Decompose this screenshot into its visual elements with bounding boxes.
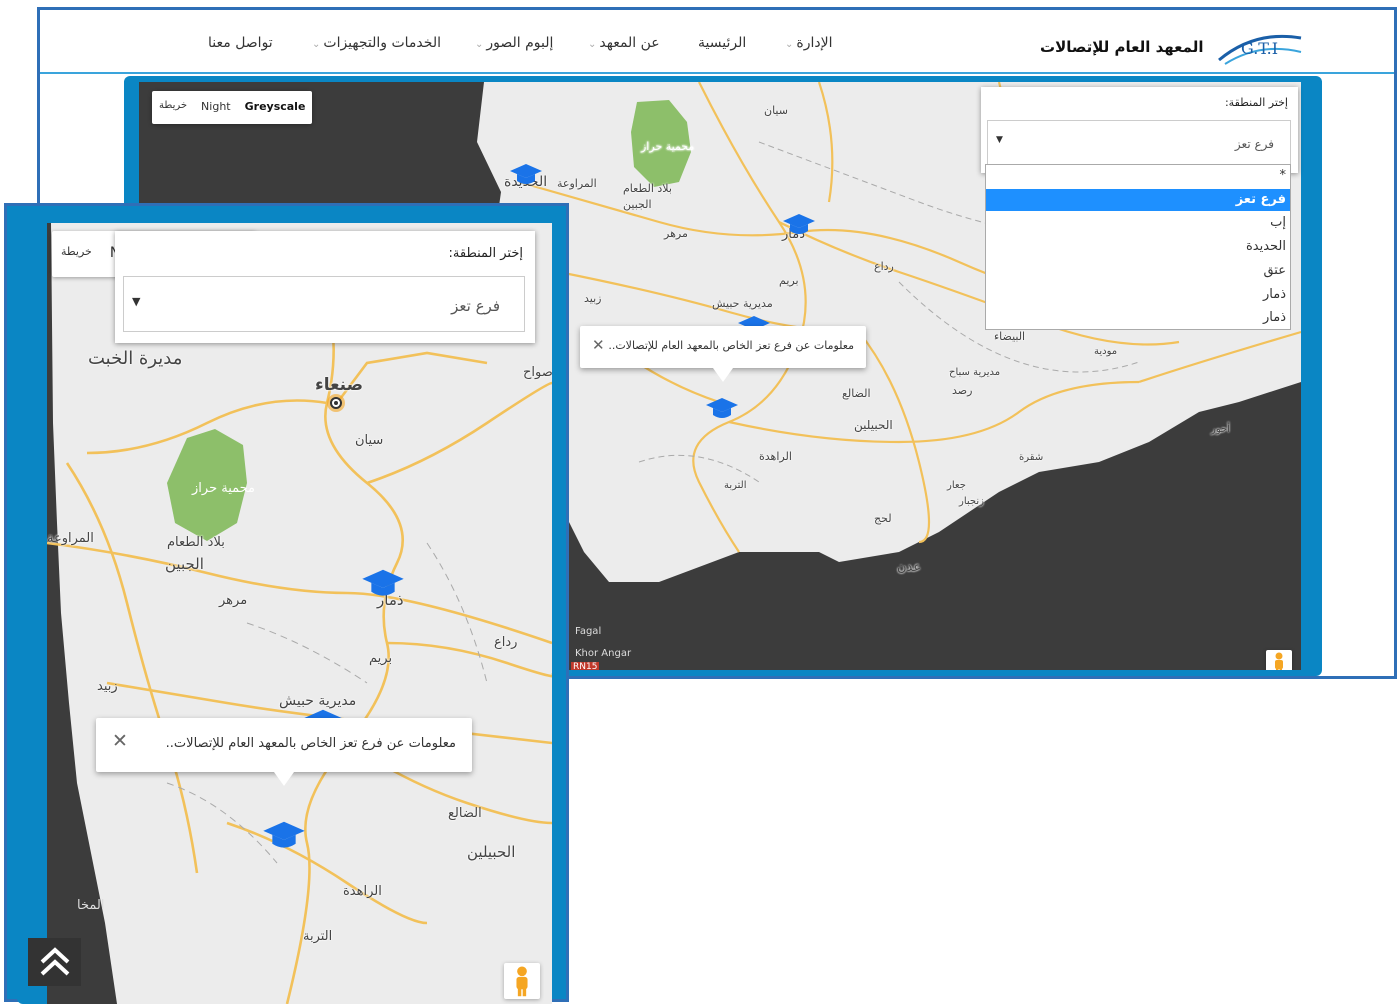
pegman-icon[interactable] bbox=[504, 963, 540, 999]
scroll-top-chevrons-icon bbox=[40, 947, 70, 976]
nav-item-about[interactable]: عن المعهد⌄ bbox=[588, 35, 660, 51]
logo-text: G.T.I bbox=[1241, 39, 1278, 58]
map-label: شقرة bbox=[1019, 452, 1044, 463]
map-label: الضالع bbox=[448, 806, 482, 821]
map-type-control: خريطة Night Greyscale bbox=[152, 91, 313, 124]
map-type-button-map[interactable]: خريطة bbox=[52, 231, 101, 277]
map-label: مودية bbox=[1094, 346, 1118, 357]
region-option[interactable]: ذمار bbox=[986, 284, 1290, 306]
map-label: الراهدة bbox=[759, 450, 792, 463]
mobile-map-view[interactable]: مديرة الخبت صنعاء سيان محمية حراز بلاد ا… bbox=[47, 223, 552, 1004]
nav-item-services[interactable]: الخدمات والتجهيزات⌄ bbox=[312, 35, 441, 51]
top-navbar: G.T.I المعهد العام للإتصالات الإدارة⌄ ال… bbox=[40, 10, 1394, 74]
info-window-text: معلومات عن فرع تعز الخاص بالمعهد العام ل… bbox=[608, 339, 854, 352]
region-selector-panel: إختر المنطقة: فرع تعز ▼ bbox=[981, 87, 1298, 173]
map-label: الجبين bbox=[623, 198, 652, 211]
map-type-button-map[interactable]: خريطة bbox=[152, 91, 194, 124]
map-label: رصد bbox=[952, 384, 973, 397]
close-icon[interactable]: ✕ bbox=[112, 730, 128, 752]
region-label: إختر المنطقة: bbox=[448, 246, 523, 261]
region-select[interactable]: فرع تعز ▼ bbox=[123, 276, 525, 332]
graduation-cap-marker-icon[interactable] bbox=[782, 212, 816, 238]
map-label: مديرة الخبت bbox=[88, 348, 183, 369]
pegman-icon[interactable] bbox=[1266, 650, 1292, 670]
map-label: سيان bbox=[355, 433, 384, 448]
graduation-cap-marker-icon[interactable] bbox=[361, 567, 405, 601]
map-label: الضالع bbox=[842, 387, 871, 400]
map-label: Fagal bbox=[575, 626, 602, 637]
map-label: المراوعة bbox=[47, 531, 94, 546]
map-label: سيان bbox=[764, 104, 788, 117]
map-label: صنعاء bbox=[315, 375, 364, 395]
map-label: زنجبار bbox=[959, 496, 984, 507]
map-label: جعار bbox=[947, 480, 966, 491]
graduation-cap-marker-icon[interactable] bbox=[509, 162, 543, 188]
map-label: صواح bbox=[523, 365, 552, 380]
map-label: بلاد الطعام bbox=[623, 182, 672, 195]
map-label: Khor Angar bbox=[575, 648, 632, 659]
map-label: الجبين bbox=[165, 555, 204, 573]
map-label: عدن bbox=[897, 560, 922, 575]
scroll-to-top-button[interactable] bbox=[28, 938, 81, 986]
mobile-screenshot: مديرة الخبت صنعاء سيان محمية حراز بلاد ا… bbox=[4, 203, 569, 1004]
region-dropdown-list: * فرع تعز إب الحديدة عتق ذمار ذمار bbox=[985, 164, 1291, 330]
map-label: بريم bbox=[779, 274, 799, 287]
region-label: إختر المنطقة: bbox=[1224, 96, 1288, 109]
map-label: المراوعة bbox=[557, 177, 597, 190]
region-select[interactable]: فرع تعز ▼ bbox=[987, 120, 1291, 166]
map-label: رداع bbox=[874, 260, 894, 273]
site-title: المعهد العام للإتصالات bbox=[1040, 38, 1204, 56]
nav-item-contact[interactable]: تواصل معنا bbox=[208, 35, 273, 51]
map-label: زبيد bbox=[97, 679, 118, 694]
map-label: زبيد bbox=[584, 292, 602, 305]
region-option[interactable]: الحديدة bbox=[986, 236, 1290, 258]
map-label: مديرية سباح bbox=[949, 367, 1001, 378]
map-label: الراهدة bbox=[343, 884, 382, 899]
map-label: التربة bbox=[724, 480, 747, 491]
region-option[interactable]: عتق bbox=[986, 260, 1290, 282]
map-label: مديرية حبيش bbox=[712, 297, 773, 310]
map-label: مرهر bbox=[664, 227, 688, 240]
info-window-text: معلومات عن فرع تعز الخاص بالمعهد العام ل… bbox=[165, 736, 456, 751]
dropdown-caret-icon: ▼ bbox=[996, 135, 1003, 145]
map-label: التربة bbox=[303, 929, 333, 944]
region-option[interactable]: إب bbox=[986, 212, 1290, 234]
nav-item-administration[interactable]: الإدارة⌄ bbox=[785, 35, 832, 51]
region-option[interactable]: ذمار bbox=[986, 307, 1290, 329]
region-selector-panel: إختر المنطقة: فرع تعز ▼ bbox=[115, 231, 535, 343]
dropdown-caret-icon: ▼ bbox=[132, 295, 141, 308]
map-label: المخا bbox=[77, 898, 105, 913]
map-label: البيضاء bbox=[994, 330, 1026, 343]
map-label: مرهر bbox=[219, 593, 248, 608]
region-select-value: فرع تعز bbox=[451, 297, 500, 315]
gti-logo-icon: G.T.I bbox=[1218, 34, 1302, 65]
nav-item-gallery[interactable]: إلبوم الصور⌄ bbox=[475, 35, 553, 51]
map-label: لحج bbox=[874, 512, 892, 525]
map-type-button-greyscale[interactable]: Greyscale bbox=[238, 91, 313, 124]
graduation-cap-marker-icon[interactable] bbox=[705, 396, 739, 422]
map-label: الحبيلين bbox=[854, 418, 893, 432]
map-label: بريم bbox=[369, 651, 393, 666]
map-label: محمية حراز bbox=[641, 140, 695, 153]
region-option-selected[interactable]: فرع تعز bbox=[986, 189, 1290, 211]
map-label: رداع bbox=[494, 635, 518, 650]
region-select-value: فرع تعز bbox=[1234, 137, 1274, 151]
road-shield: RN15 bbox=[571, 662, 600, 670]
nav-item-home[interactable]: الرئيسية bbox=[698, 35, 746, 51]
map-label: محمية حراز bbox=[192, 481, 255, 496]
map-label: الحبيلين bbox=[467, 843, 516, 861]
map-label: بلاد الطعام bbox=[167, 535, 225, 550]
mobile-map-frame: مديرة الخبت صنعاء سيان محمية حراز بلاد ا… bbox=[17, 214, 552, 1004]
close-icon[interactable]: ✕ bbox=[592, 336, 605, 354]
map-label: أحور bbox=[1211, 424, 1230, 435]
map-type-button-night[interactable]: Night bbox=[194, 91, 238, 124]
info-window: معلومات عن فرع تعز الخاص بالمعهد العام ل… bbox=[580, 326, 866, 382]
info-window: معلومات عن فرع تعز الخاص بالمعهد العام ل… bbox=[96, 718, 472, 786]
graduation-cap-marker-icon[interactable] bbox=[262, 819, 306, 853]
region-option[interactable]: * bbox=[986, 165, 1290, 187]
